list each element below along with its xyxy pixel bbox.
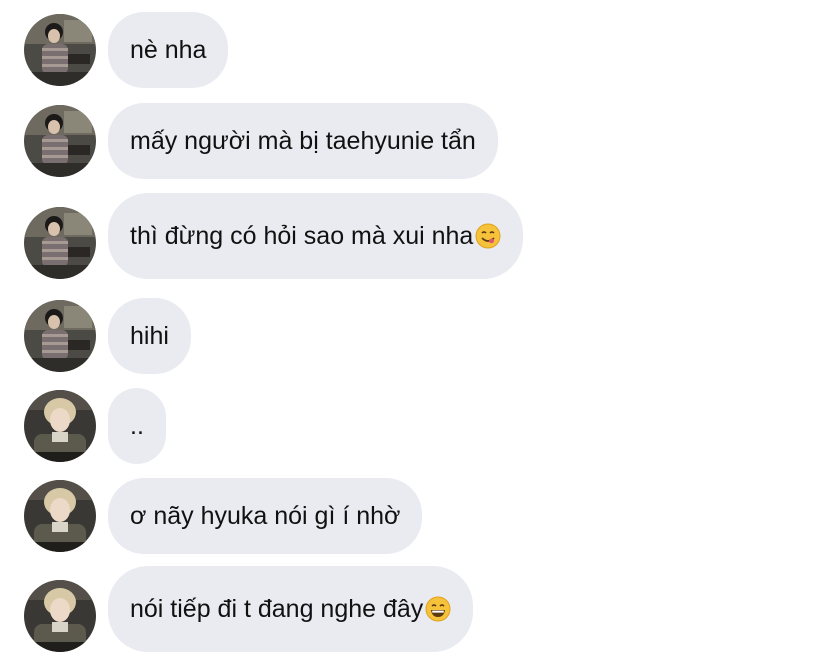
message-row: .. [0, 376, 828, 464]
chat-thread: nè nha mấy người mà bị taehyunie tẩn thì… [0, 0, 828, 664]
message-bubble[interactable]: hihi [108, 298, 191, 374]
message-row: ơ nãy hyuka nói gì í nhờ [0, 466, 828, 554]
message-text: nè nha [130, 35, 207, 64]
avatar[interactable] [24, 14, 96, 86]
message-text: mấy người mà bị taehyunie tẩn [130, 126, 476, 155]
grinning-face-emoji [425, 596, 451, 622]
avatar[interactable] [24, 105, 96, 177]
message-row: nè nha [0, 0, 828, 88]
avatar[interactable] [24, 580, 96, 652]
avatar[interactable] [24, 390, 96, 462]
message-bubble[interactable]: nè nha [108, 12, 229, 88]
message-text: hihi [130, 321, 169, 350]
message-text: .. [130, 411, 144, 440]
message-row: nói tiếp đi t đang nghe đây [0, 566, 828, 652]
message-row: hihi [0, 286, 828, 374]
message-bubble[interactable]: mấy người mà bị taehyunie tẩn [108, 103, 498, 179]
message-row: thì đừng có hỏi sao mà xui nha [0, 193, 828, 279]
message-text: thì đừng có hỏi sao mà xui nha [130, 221, 474, 250]
avatar[interactable] [24, 207, 96, 279]
avatar[interactable] [24, 480, 96, 552]
yum-face-emoji [475, 223, 501, 249]
message-bubble[interactable]: ơ nãy hyuka nói gì í nhờ [108, 478, 423, 554]
message-text: nói tiếp đi t đang nghe đây [130, 594, 424, 623]
avatar[interactable] [24, 300, 96, 372]
message-bubble[interactable]: nói tiếp đi t đang nghe đây [108, 566, 474, 652]
message-bubble[interactable]: .. [108, 388, 166, 464]
message-text: ơ nãy hyuka nói gì í nhờ [130, 501, 401, 530]
message-bubble[interactable]: thì đừng có hỏi sao mà xui nha [108, 193, 524, 279]
message-row: mấy người mà bị taehyunie tẩn [0, 91, 828, 179]
